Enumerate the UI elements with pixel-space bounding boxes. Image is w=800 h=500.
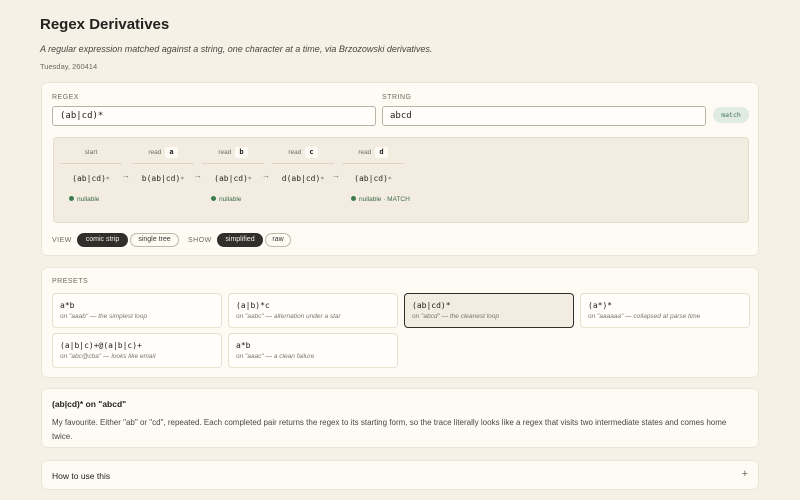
preset-desc: on "abcd" — the cleanest loop bbox=[412, 313, 500, 320]
preset-desc: on "aaac" — a clean failure bbox=[236, 353, 315, 360]
presets-label: PRESETS bbox=[52, 278, 89, 285]
step-head: read b bbox=[202, 146, 264, 164]
arrow-right-icon: → bbox=[332, 171, 340, 180]
arrow-right-icon: → bbox=[262, 171, 270, 180]
strip-step-b: read b (ab|cd)* nullable bbox=[202, 138, 264, 224]
preset-pattern: a*b bbox=[236, 341, 251, 350]
explanation-card: (ab|cd)* on "abcd" My favourite. Either … bbox=[41, 388, 759, 448]
regex-input[interactable]: (ab|cd)* bbox=[52, 106, 376, 126]
explanation-body: My favourite. Either "ab" or "cd", repea… bbox=[52, 418, 727, 441]
plus-icon[interactable]: + bbox=[742, 468, 748, 480]
nullable-dot-icon bbox=[211, 196, 216, 201]
preset-pattern: (ab|cd)* bbox=[412, 301, 451, 310]
preset-desc: on "aaaaaa" — collapsed at parse time bbox=[588, 313, 701, 320]
show-label: SHOW bbox=[188, 237, 212, 244]
preset-item[interactable]: a*b on "aaab" — the simplest loop bbox=[52, 293, 222, 328]
step-head: read c bbox=[272, 146, 334, 164]
view-single-tree-pill[interactable]: single tree bbox=[130, 233, 179, 247]
strip-step-a: read a b(ab|cd)* bbox=[132, 138, 194, 224]
step-expr: d(ab|cd)* bbox=[281, 174, 325, 183]
preset-item[interactable]: (a*)* on "aaaaaa" — collapsed at parse t… bbox=[580, 293, 750, 328]
strip-step-c: read c d(ab|cd)* bbox=[272, 138, 334, 224]
preset-pattern: (a*)* bbox=[588, 301, 613, 310]
regex-label: REGEX bbox=[52, 94, 80, 101]
nullable-dot-icon bbox=[351, 196, 356, 201]
match-button[interactable]: match bbox=[713, 107, 749, 123]
how-to-use-title: How to use this bbox=[52, 471, 111, 481]
step-expr: b(ab|cd)* bbox=[141, 174, 185, 183]
string-input[interactable]: abcd bbox=[382, 106, 706, 126]
preset-item[interactable]: a*b on "aaac" — a clean failure bbox=[228, 333, 398, 368]
presets-card: PRESETS a*b on "aaab" — the simplest loo… bbox=[41, 267, 759, 378]
string-label: STRING bbox=[382, 94, 412, 101]
view-label: VIEW bbox=[52, 237, 72, 244]
step-expr: (ab|cd)* bbox=[72, 174, 110, 183]
preset-desc: on "aaab" — the simplest loop bbox=[60, 313, 147, 320]
how-to-use-accordion[interactable]: How to use this + bbox=[41, 460, 759, 490]
preset-pattern: (a|b)*c bbox=[236, 301, 270, 310]
nullable-note: nullable bbox=[211, 196, 241, 203]
step-expr: (ab|cd)* bbox=[354, 174, 392, 183]
show-simplified-pill[interactable]: simplified bbox=[217, 233, 263, 247]
view-comic-strip-pill[interactable]: comic strip bbox=[77, 233, 128, 247]
matcher-card: REGEX (ab|cd)* STRING abcd match start (… bbox=[41, 82, 759, 256]
step-head: start bbox=[60, 146, 122, 164]
strip-step-start: start (ab|cd)* nullable bbox=[60, 138, 122, 224]
arrow-right-icon: → bbox=[194, 171, 202, 180]
step-head: read d bbox=[342, 146, 404, 164]
strip-step-d: read d (ab|cd)* nullable · MATCH bbox=[342, 138, 410, 224]
preset-item[interactable]: (a|b|c)+@(a|b|c)+ on "abc@cba" — looks l… bbox=[52, 333, 222, 368]
explanation-title: (ab|cd)* on "abcd" bbox=[52, 399, 127, 409]
nullable-dot-icon bbox=[69, 196, 74, 201]
page-title: Regex Derivatives bbox=[40, 16, 170, 33]
step-expr: (ab|cd)* bbox=[214, 174, 252, 183]
preset-desc: on "abc@cba" — looks like email bbox=[60, 353, 156, 360]
page-subtitle: A regular expression matched against a s… bbox=[40, 44, 433, 54]
step-head: read a bbox=[132, 146, 194, 164]
preset-pattern: (a|b|c)+@(a|b|c)+ bbox=[60, 341, 142, 350]
preset-pattern: a*b bbox=[60, 301, 75, 310]
derivative-strip: start (ab|cd)* nullable → read a b(ab|cd)… bbox=[53, 137, 749, 223]
nullable-note: nullable bbox=[69, 196, 99, 203]
match-note: nullable · MATCH bbox=[351, 196, 410, 203]
preset-desc: on "aabc" — alternation under a star bbox=[236, 313, 341, 320]
page-header: Regex Derivatives A regular expression m… bbox=[40, 16, 760, 71]
arrow-right-icon: → bbox=[122, 171, 130, 180]
preset-item[interactable]: (a|b)*c on "aabc" — alternation under a … bbox=[228, 293, 398, 328]
preset-item-selected[interactable]: (ab|cd)* on "abcd" — the cleanest loop bbox=[404, 293, 574, 328]
show-raw-pill[interactable]: raw bbox=[265, 233, 291, 247]
page-date: Tuesday, 260414 bbox=[40, 62, 98, 71]
